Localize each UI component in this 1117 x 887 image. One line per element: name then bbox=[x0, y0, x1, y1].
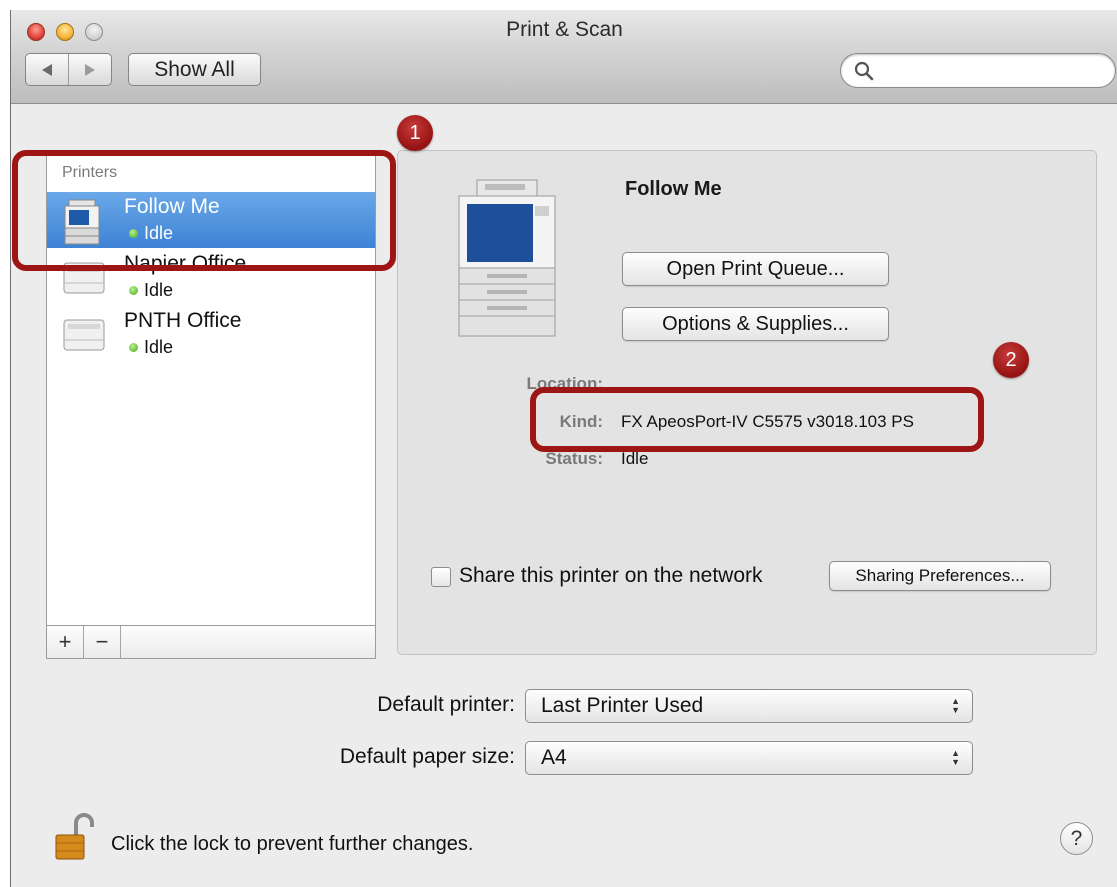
search-icon bbox=[854, 61, 874, 81]
window-title: Print & Scan bbox=[506, 18, 623, 41]
up-down-arrows-icon: ▲ ▼ bbox=[951, 748, 960, 767]
help-button[interactable]: ? bbox=[1060, 822, 1093, 855]
selected-printer-name: Follow Me bbox=[625, 178, 722, 200]
status-label: Status: bbox=[545, 449, 603, 468]
default-printer-label: Default printer: bbox=[377, 693, 515, 716]
default-printer-value: Last Printer Used bbox=[541, 694, 704, 717]
annotation-box-1 bbox=[12, 150, 396, 271]
share-printer-label: Share this printer on the network bbox=[459, 564, 763, 587]
idle-status-dot bbox=[129, 286, 138, 295]
idle-status-dot bbox=[129, 343, 138, 352]
annotation-box-2 bbox=[530, 387, 984, 452]
print-scan-window: Print & Scan Show All Printers Follow Me… bbox=[10, 10, 1117, 887]
sharing-preferences-button[interactable]: Sharing Preferences... bbox=[829, 561, 1051, 591]
multifunction-printer-image bbox=[458, 179, 556, 337]
up-down-arrows-icon: ▲ ▼ bbox=[951, 696, 960, 715]
printer-name: PNTH Office bbox=[124, 309, 242, 332]
default-paper-size-value: A4 bbox=[541, 746, 567, 769]
annotation-marker-1: 1 bbox=[397, 115, 433, 151]
title-bar: Print & Scan Show All bbox=[11, 10, 1117, 104]
status-value: Idle bbox=[621, 449, 649, 468]
default-printer-select[interactable]: Last Printer Used ▲ ▼ bbox=[525, 689, 973, 723]
add-printer-button[interactable]: + bbox=[47, 626, 84, 658]
lock-icon[interactable] bbox=[54, 813, 98, 861]
forward-arrow-icon bbox=[85, 63, 95, 76]
default-paper-size-label: Default paper size: bbox=[339, 745, 515, 768]
share-printer-checkbox[interactable] bbox=[431, 567, 451, 587]
back-arrow-icon bbox=[42, 63, 52, 76]
printer-status: Idle bbox=[144, 337, 174, 357]
show-all-button[interactable]: Show All bbox=[128, 53, 261, 86]
remove-printer-button[interactable]: − bbox=[84, 626, 121, 658]
printer-list-toolbar: + − bbox=[46, 626, 376, 659]
lock-message: Click the lock to prevent further change… bbox=[111, 833, 474, 855]
search-field[interactable] bbox=[840, 53, 1116, 88]
printer-status: Idle bbox=[144, 280, 174, 300]
back-forward-control bbox=[25, 53, 112, 86]
default-paper-size-select[interactable]: A4 ▲ ▼ bbox=[525, 741, 973, 775]
printer-icon bbox=[63, 319, 105, 351]
back-button[interactable] bbox=[26, 54, 68, 85]
forward-button[interactable] bbox=[68, 54, 111, 85]
annotation-marker-2: 2 bbox=[993, 342, 1029, 378]
open-print-queue-button[interactable]: Open Print Queue... bbox=[622, 252, 889, 286]
printer-item-pnth-office[interactable]: PNTH Office Idle bbox=[47, 306, 375, 362]
options-supplies-button[interactable]: Options & Supplies... bbox=[622, 307, 889, 341]
